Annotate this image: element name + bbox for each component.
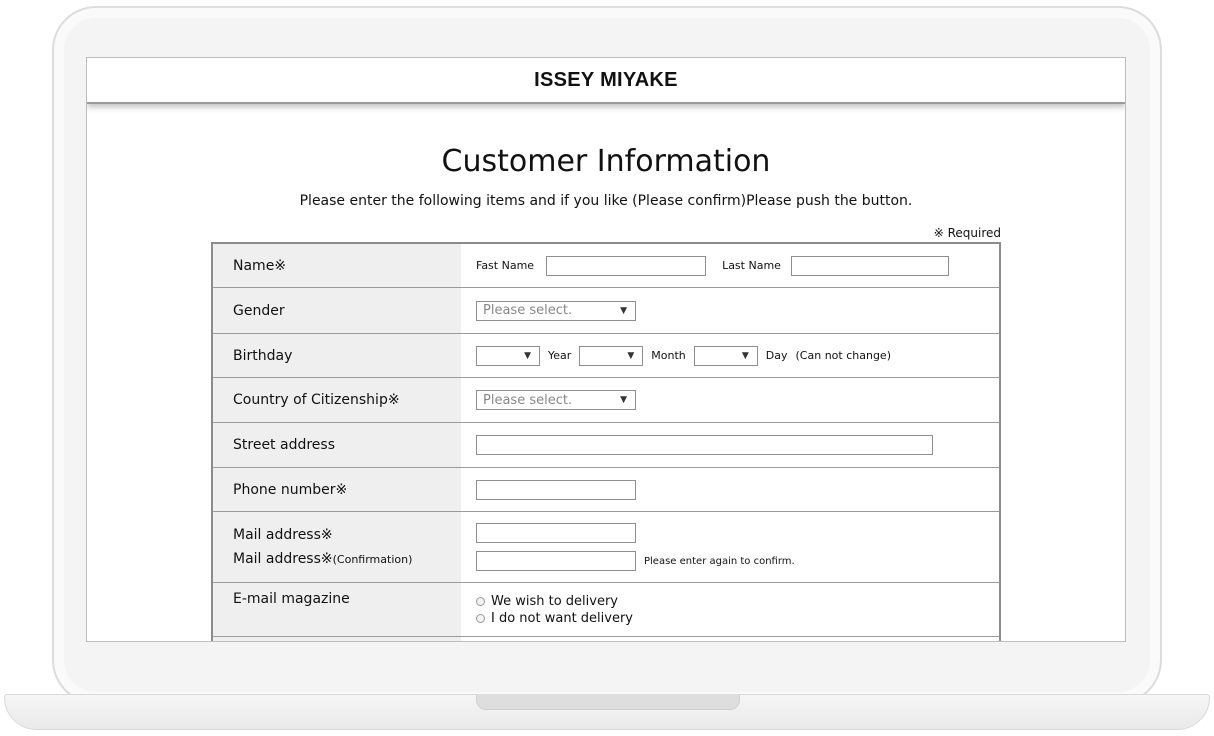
birthday-fields: ▼ Year ▼ Month ▼ Day (Can not change): [461, 334, 999, 377]
gender-field: Please select. ▼: [461, 288, 999, 333]
country-label: Country of Citizenship※: [213, 378, 461, 422]
partial-value: [461, 637, 999, 641]
month-label: Month: [651, 349, 686, 362]
magazine-label-text: E-mail magazine: [233, 591, 350, 607]
mail-label: Mail address※ Mail address※(Confirmation…: [213, 512, 461, 582]
form-row-country: Country of Citizenship※ Please select. ▼: [213, 378, 999, 423]
page-instructions: Please enter the following items and if …: [299, 193, 913, 209]
country-select[interactable]: Please select. ▼: [476, 390, 636, 410]
gender-select-value: Please select.: [483, 303, 573, 318]
day-label: Day: [765, 349, 788, 362]
brand-logo[interactable]: ISSEY MIYAKE: [534, 69, 678, 92]
magazine-option-no-label: I do not want delivery: [491, 610, 633, 626]
form-row-birthday: Birthday ▼ Year ▼ Month ▼ Day (Can not c…: [213, 334, 999, 378]
mail-confirm-label-text: Mail address※: [233, 551, 333, 567]
form-row-partial: [213, 637, 999, 641]
street-label: Street address: [213, 423, 461, 467]
street-address-input[interactable]: [476, 435, 933, 455]
mail-fields: Please enter again to confirm.: [461, 512, 999, 582]
street-label-text: Street address: [233, 437, 335, 453]
birthday-label-text: Birthday: [233, 347, 293, 364]
laptop-screen: ISSEY MIYAKE Customer Information Please…: [86, 57, 1126, 642]
magazine-option-no[interactable]: I do not want delivery: [476, 611, 999, 626]
gender-label: Gender: [213, 288, 461, 333]
last-name-label: Last Name: [722, 259, 781, 272]
first-name-input[interactable]: [546, 255, 707, 276]
country-select-value: Please select.: [483, 392, 573, 408]
name-fields: Fast Name Last Name: [461, 244, 999, 287]
chevron-down-icon: ▼: [627, 350, 635, 361]
phone-label: Phone number※: [213, 468, 461, 511]
name-label-text: Name※: [233, 257, 287, 274]
name-label: Name※: [213, 244, 461, 287]
magazine-option-yes-label: We wish to delivery: [491, 593, 618, 609]
form-row-gender: Gender Please select. ▼: [213, 288, 999, 334]
laptop-notch: [476, 694, 740, 710]
mail-label-text: Mail address※: [233, 527, 333, 543]
phone-number-input[interactable]: [476, 479, 636, 500]
email-field[interactable]: [476, 523, 636, 543]
first-name-label: Fast Name: [476, 259, 535, 272]
radio-button[interactable]: [476, 596, 485, 606]
chevron-down-icon: ▼: [620, 305, 627, 316]
email-confirm-hint: Please enter again to confirm.: [644, 555, 795, 567]
radio-button[interactable]: [476, 613, 485, 623]
magazine-options: We wish to delivery I do not want delive…: [461, 583, 999, 636]
gender-select[interactable]: Please select. ▼: [476, 300, 636, 321]
birth-month-select[interactable]: ▼: [579, 345, 644, 366]
form-row-magazine: E-mail magazine We wish to delivery I do…: [213, 583, 999, 637]
page-title: Customer Information: [441, 144, 771, 179]
birth-year-select[interactable]: ▼: [476, 345, 540, 366]
partial-label: [213, 637, 461, 641]
phone-label-text: Phone number※: [233, 481, 348, 498]
email-confirm-field[interactable]: [476, 551, 636, 571]
form-row-name: Name※ Fast Name Last Name: [213, 244, 999, 288]
birthday-label: Birthday: [213, 334, 461, 377]
form-table: Name※ Fast Name Last Name Gender Please …: [211, 242, 1001, 641]
magazine-label: E-mail magazine: [213, 583, 461, 636]
customer-form: ※ Required Name※ Fast Name Last Name Gen…: [211, 226, 1001, 641]
site-header: ISSEY MIYAKE: [87, 58, 1125, 104]
year-label: Year: [548, 349, 572, 362]
chevron-down-icon: ▼: [741, 350, 749, 361]
country-label-text: Country of Citizenship※: [233, 392, 400, 408]
mail-confirm-suffix: (Confirmation): [332, 553, 413, 566]
street-field: [461, 423, 999, 467]
form-row-mail: Mail address※ Mail address※(Confirmation…: [213, 512, 999, 583]
chevron-down-icon: ▼: [620, 395, 627, 405]
chevron-down-icon: ▼: [524, 350, 531, 361]
required-note: ※ Required: [933, 226, 1001, 240]
form-row-street: Street address: [213, 423, 999, 468]
last-name-input[interactable]: [790, 255, 949, 276]
form-row-phone: Phone number※: [213, 468, 999, 512]
gender-label-text: Gender: [233, 302, 285, 319]
birthday-note: (Can not change): [795, 349, 891, 362]
birth-day-select[interactable]: ▼: [693, 345, 758, 366]
country-field: Please select. ▼: [461, 378, 999, 422]
magazine-option-yes[interactable]: We wish to delivery: [476, 594, 999, 609]
phone-field: [461, 468, 999, 511]
